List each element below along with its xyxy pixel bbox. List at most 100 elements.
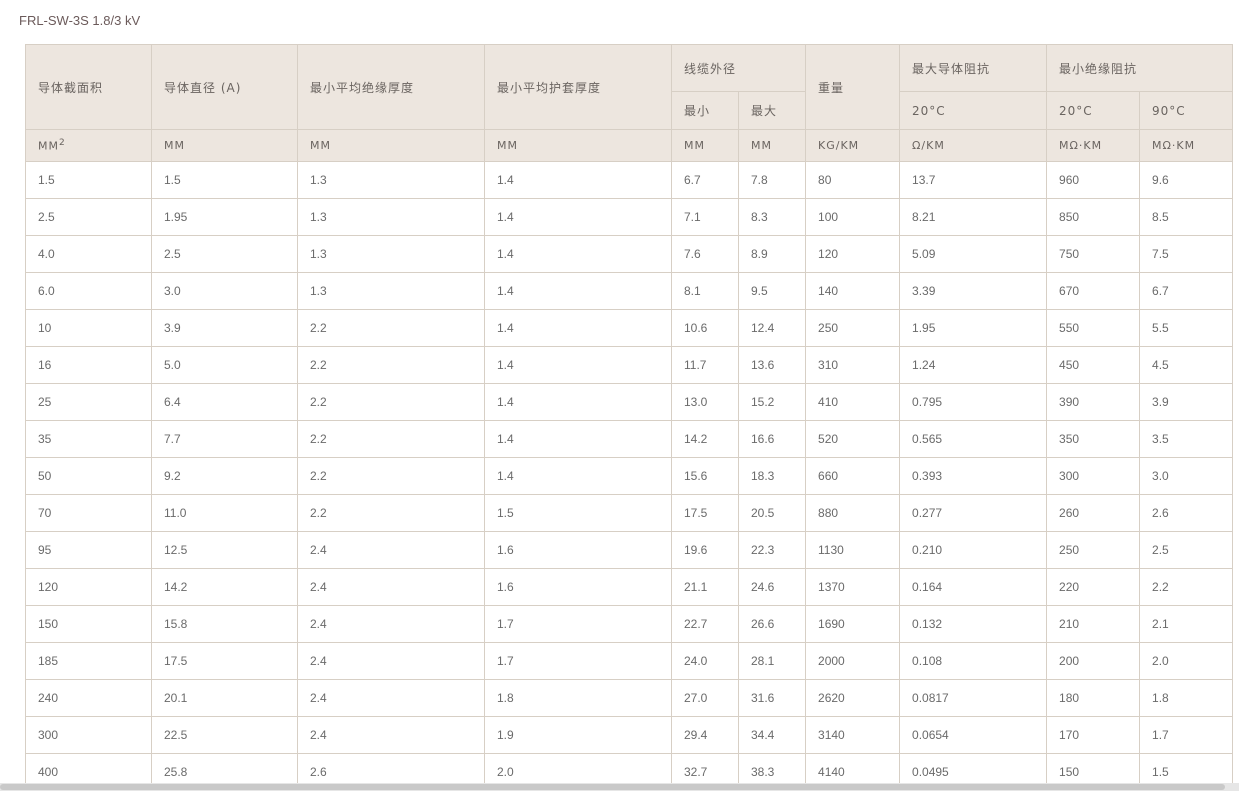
cell-resistance: 13.7 — [899, 161, 1048, 199]
cell-area: 1.5 — [25, 161, 152, 199]
header-min-insulation-resistance: 最小绝缘阻抗 — [1046, 44, 1234, 92]
header-min-insulation: 最小平均绝缘厚度 — [297, 44, 485, 130]
table-row: 150 15.8 2.4 1.7 22.7 26.6 1690 0.132 210 2.1 — [25, 605, 1234, 643]
cell-resistance: 5.09 — [899, 235, 1048, 273]
cell-od-min: 17.5 — [671, 494, 739, 532]
cell-resistance: 0.0654 — [899, 716, 1048, 754]
cell-ir-20: 200 — [1046, 642, 1141, 680]
cell-weight: 100 — [805, 198, 901, 236]
cell-area: 35 — [25, 420, 152, 458]
cell-resistance: 3.39 — [899, 272, 1048, 310]
cell-ir-90: 1.7 — [1139, 716, 1234, 754]
table-row: 35 7.7 2.2 1.4 14.2 16.6 520 0.565 350 3.5 — [25, 420, 1234, 458]
cell-insulation: 2.4 — [297, 568, 485, 606]
table-row: 185 17.5 2.4 1.7 24.0 28.1 2000 0.108 200 2.0 — [25, 642, 1234, 680]
cell-insulation: 2.4 — [297, 605, 485, 643]
cell-ir-20: 670 — [1046, 272, 1141, 310]
cell-od-max: 8.9 — [737, 235, 807, 273]
cell-od-max: 22.3 — [737, 531, 807, 569]
header-weight: 重量 — [805, 44, 901, 130]
cell-weight: 2000 — [805, 642, 901, 680]
cell-ir-90: 7.5 — [1139, 235, 1234, 273]
cell-diameter: 5.0 — [151, 346, 298, 384]
cell-ir-90: 3.0 — [1139, 457, 1234, 495]
cell-diameter: 2.5 — [151, 235, 298, 273]
cell-resistance: 0.277 — [899, 494, 1048, 532]
cell-diameter: 1.95 — [151, 198, 298, 236]
cell-od-min: 19.6 — [671, 531, 739, 569]
cell-insulation: 1.3 — [297, 161, 485, 199]
cell-ir-90: 2.0 — [1139, 642, 1234, 680]
cell-diameter: 3.9 — [151, 309, 298, 347]
cell-od-min: 27.0 — [671, 679, 739, 717]
cell-od-max: 20.5 — [737, 494, 807, 532]
cell-area: 2.5 — [25, 198, 152, 236]
cell-od-min: 7.6 — [671, 235, 739, 273]
cell-od-min: 11.7 — [671, 346, 739, 384]
header-resistance-temp: 20°C — [899, 91, 1048, 130]
cell-od-min: 29.4 — [671, 716, 739, 754]
cell-insulation: 2.4 — [297, 716, 485, 754]
cell-od-max: 8.3 — [737, 198, 807, 236]
cell-area: 16 — [25, 346, 152, 384]
cell-area: 150 — [25, 605, 152, 643]
cell-diameter: 14.2 — [151, 568, 298, 606]
table-row: 70 11.0 2.2 1.5 17.5 20.5 880 0.277 260 2.6 — [25, 494, 1234, 532]
table-row: 10 3.9 2.2 1.4 10.6 12.4 250 1.95 550 5.5 — [25, 309, 1234, 347]
cell-resistance: 1.95 — [899, 309, 1048, 347]
cell-ir-20: 390 — [1046, 383, 1141, 421]
table-row: 240 20.1 2.4 1.8 27.0 31.6 2620 0.0817 180 1.8 — [25, 679, 1234, 717]
cell-ir-90: 5.5 — [1139, 309, 1234, 347]
cell-insulation: 2.2 — [297, 346, 485, 384]
cell-weight: 140 — [805, 272, 901, 310]
cell-weight: 80 — [805, 161, 901, 199]
cell-diameter: 6.4 — [151, 383, 298, 421]
unit-od-min: MM — [671, 129, 739, 162]
cell-insulation: 2.4 — [297, 531, 485, 569]
cell-weight: 250 — [805, 309, 901, 347]
cell-od-min: 14.2 — [671, 420, 739, 458]
cell-area: 185 — [25, 642, 152, 680]
cell-sheath: 1.4 — [484, 383, 672, 421]
header-od-min: 最小 — [671, 91, 739, 130]
cell-diameter: 15.8 — [151, 605, 298, 643]
cell-diameter: 9.2 — [151, 457, 298, 495]
cell-od-max: 12.4 — [737, 309, 807, 347]
unit-od-max: MM — [737, 129, 807, 162]
cell-resistance: 0.210 — [899, 531, 1048, 569]
table-row: 1.5 1.5 1.3 1.4 6.7 7.8 80 13.7 960 9.6 — [25, 161, 1234, 199]
table-row: 2.5 1.95 1.3 1.4 7.1 8.3 100 8.21 850 8.5 — [25, 198, 1234, 236]
cell-od-min: 10.6 — [671, 309, 739, 347]
header-cable-od: 线缆外径 — [670, 44, 807, 92]
cell-sheath: 1.7 — [484, 642, 672, 680]
header-ir-temp-90: 90°C — [1139, 91, 1234, 130]
cell-area: 50 — [25, 457, 152, 495]
cell-ir-90: 2.5 — [1139, 531, 1234, 569]
cell-weight: 660 — [805, 457, 901, 495]
cell-diameter: 12.5 — [151, 531, 298, 569]
unit-insulation: MM — [297, 129, 485, 162]
cell-ir-90: 3.5 — [1139, 420, 1234, 458]
cell-resistance: 0.132 — [899, 605, 1048, 643]
cell-od-max: 16.6 — [737, 420, 807, 458]
cell-ir-20: 550 — [1046, 309, 1141, 347]
cell-sheath: 1.6 — [484, 531, 672, 569]
cell-area: 10 — [25, 309, 152, 347]
cell-weight: 3140 — [805, 716, 901, 754]
cell-ir-90: 2.6 — [1139, 494, 1234, 532]
cell-od-max: 28.1 — [737, 642, 807, 680]
horizontal-scrollbar[interactable] — [0, 783, 1239, 791]
cell-resistance: 0.0817 — [899, 679, 1048, 717]
cell-insulation: 2.2 — [297, 383, 485, 421]
cell-ir-90: 2.2 — [1139, 568, 1234, 606]
cell-insulation: 2.2 — [297, 420, 485, 458]
table-header: 导体截面积 导体直径 (A) 最小平均绝缘厚度 最小平均护套厚度 线缆外径 重量… — [25, 44, 1234, 162]
cell-diameter: 22.5 — [151, 716, 298, 754]
cell-ir-20: 850 — [1046, 198, 1141, 236]
cell-resistance: 0.108 — [899, 642, 1048, 680]
scrollbar-thumb[interactable] — [0, 784, 1225, 790]
cell-resistance: 0.795 — [899, 383, 1048, 421]
table-body: 1.5 1.5 1.3 1.4 6.7 7.8 80 13.7 960 9.6 2.5 1.95 1.3… — [25, 161, 1234, 791]
cell-diameter: 7.7 — [151, 420, 298, 458]
cell-insulation: 2.4 — [297, 642, 485, 680]
